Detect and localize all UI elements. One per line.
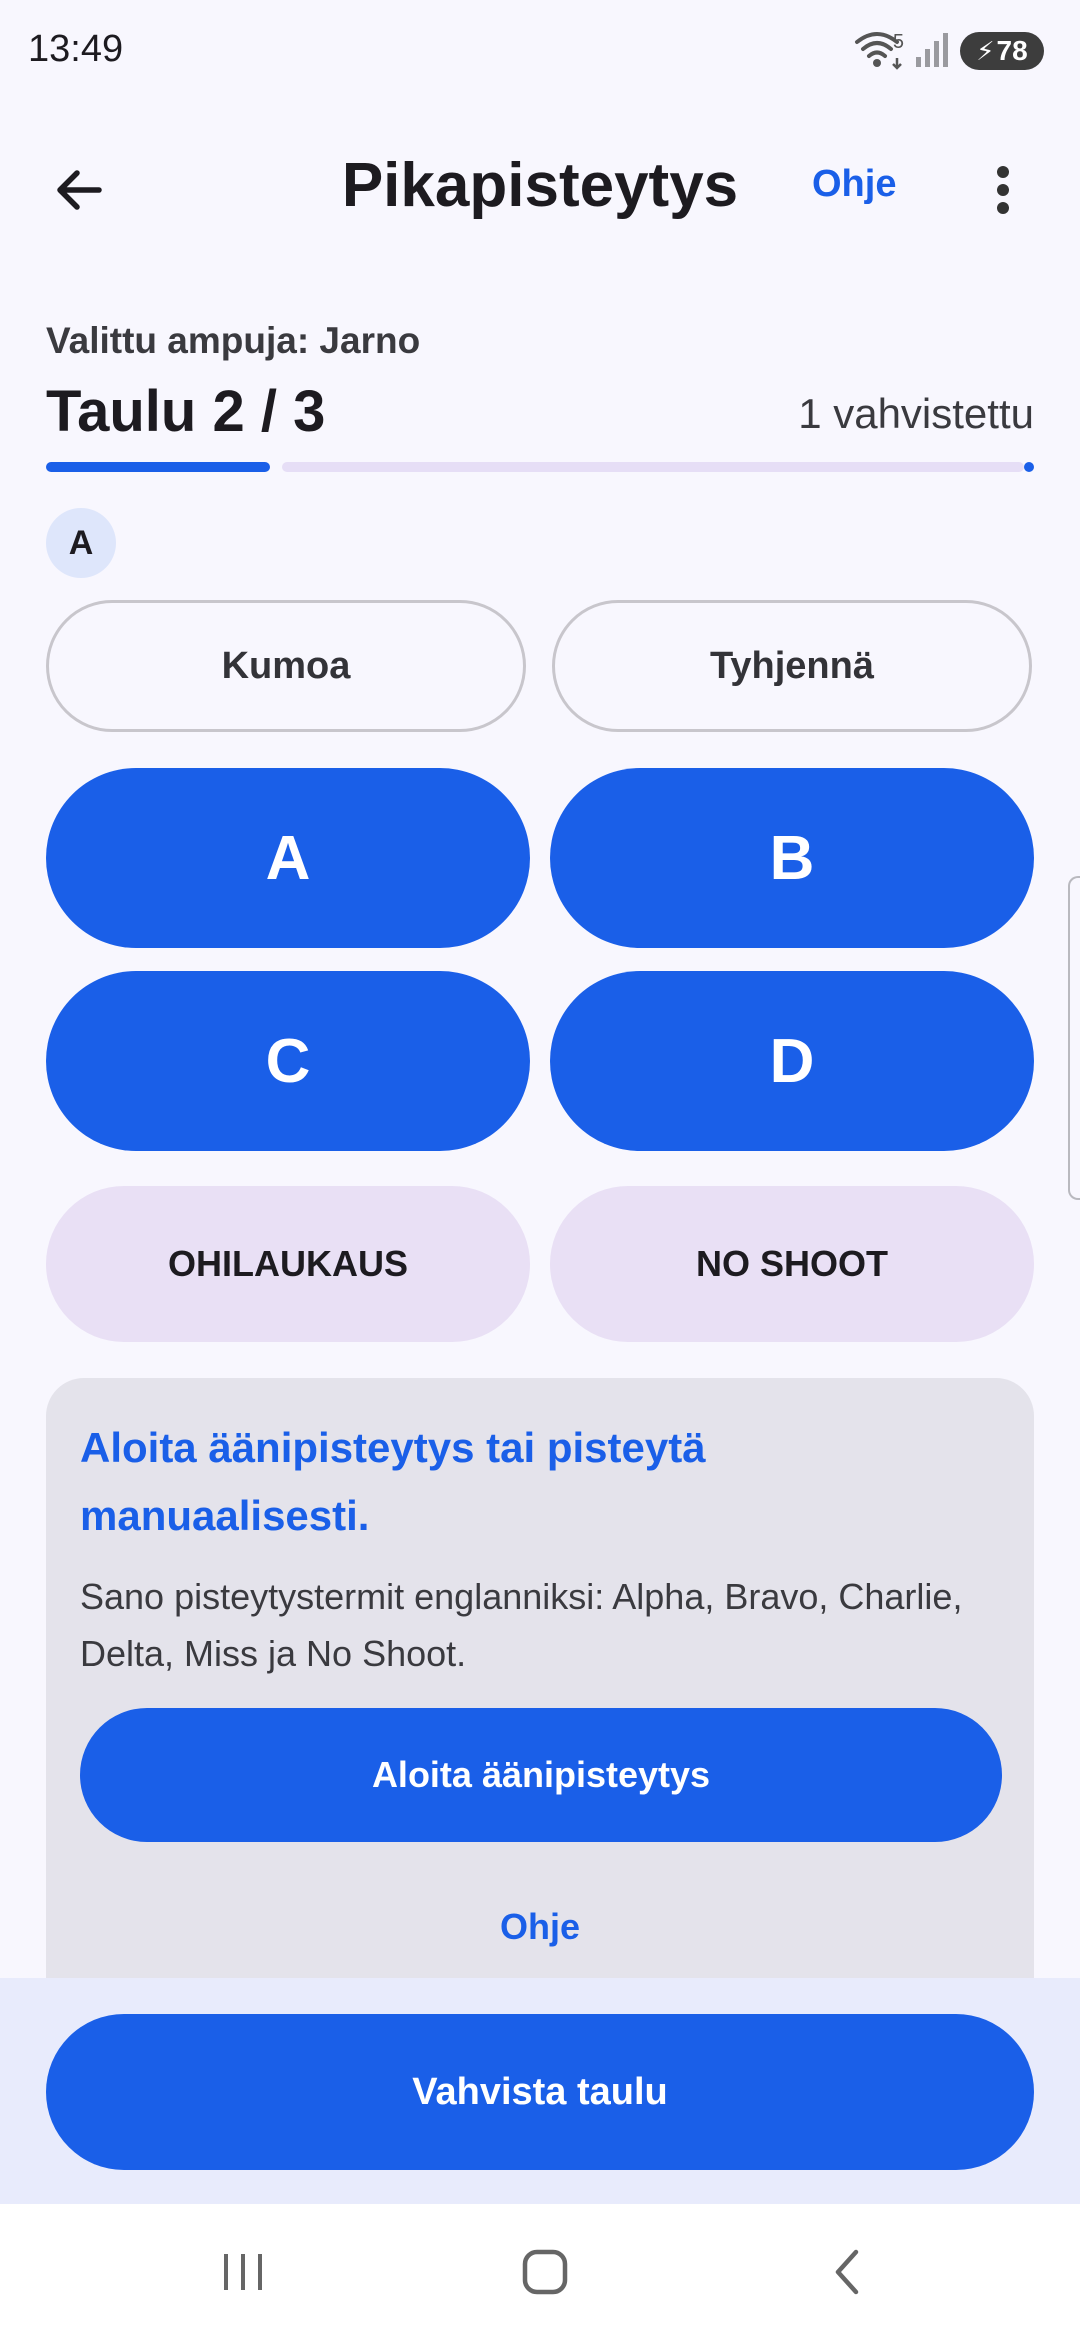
voice-scoring-card: Aloita äänipisteytys tai pisteytä manuaa… [46,1378,1034,2018]
home-button[interactable] [505,2242,585,2302]
page-title: Pikapisteytys [341,151,739,220]
start-voice-scoring-button[interactable]: Aloita äänipisteytys [80,1708,1002,1842]
score-button-b[interactable]: B [550,768,1034,948]
voice-card-description: Sano pisteytystermit englanniksi: Alpha,… [80,1576,963,1674]
recents-button[interactable] [203,2242,283,2302]
bottom-action-panel: Vahvista taulu [0,1978,1080,2204]
scroll-indicator [1068,876,1080,1200]
undo-button[interactable]: Kumoa [46,600,526,732]
help-link[interactable]: Ohje [812,163,896,206]
target-progress: Taulu 2 / 3 [46,379,326,444]
score-button-d[interactable]: D [550,971,1034,1151]
signal-icon [914,29,950,74]
status-icons: 5 ⚡ 78 [853,30,1044,72]
app-bar: Pikapisteytys Ohje [0,125,1080,245]
confirm-target-button[interactable]: Vahvista taulu [46,2014,1034,2170]
confirmed-count: 1 vahvistettu [798,390,1034,437]
target-progress-bar [46,462,1034,472]
status-time: 13:49 [28,28,124,70]
clear-button[interactable]: Tyhjennä [552,600,1032,732]
selected-shooter: Valittu ampuja: Jarno [46,320,421,361]
battery-charging-icon: ⚡ 78 [960,32,1044,70]
recorded-hit-chip: A [46,508,116,578]
no-shoot-button[interactable]: NO SHOOT [550,1186,1034,1342]
miss-button[interactable]: OHILAUKAUS [46,1186,530,1342]
back-icon [835,2249,859,2295]
wifi-badge: 5 [892,30,904,53]
battery-level: 78 [996,35,1028,66]
progress-track [282,462,1024,472]
more-vert-icon [997,166,1009,214]
progress-end-dot [1024,462,1034,472]
score-button-a[interactable]: A [46,768,530,948]
more-options-button[interactable] [978,155,1028,225]
recents-icon [224,2254,262,2290]
system-nav-bar [0,2204,1080,2340]
bolt-icon: ⚡ [976,35,995,66]
nav-back-button[interactable] [808,2242,888,2302]
voice-help-link[interactable]: Ohje [46,1906,1034,1948]
score-button-c[interactable]: C [46,971,530,1151]
voice-card-title: Aloita äänipisteytys tai pisteytä manuaa… [80,1424,706,1539]
progress-fill [46,462,270,472]
home-icon [522,2249,568,2295]
status-bar: 13:49 5 ⚡ 78 [0,0,1080,100]
